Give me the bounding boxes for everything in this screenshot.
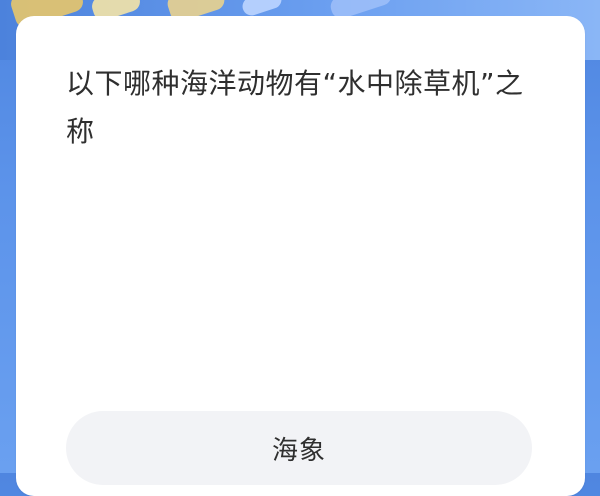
question-card: 以下哪种海洋动物有“水中除草机”之称 海象 bbox=[16, 16, 585, 496]
answer-option-button[interactable]: 海象 bbox=[66, 411, 532, 485]
question-text: 以下哪种海洋动物有“水中除草机”之称 bbox=[66, 67, 524, 148]
